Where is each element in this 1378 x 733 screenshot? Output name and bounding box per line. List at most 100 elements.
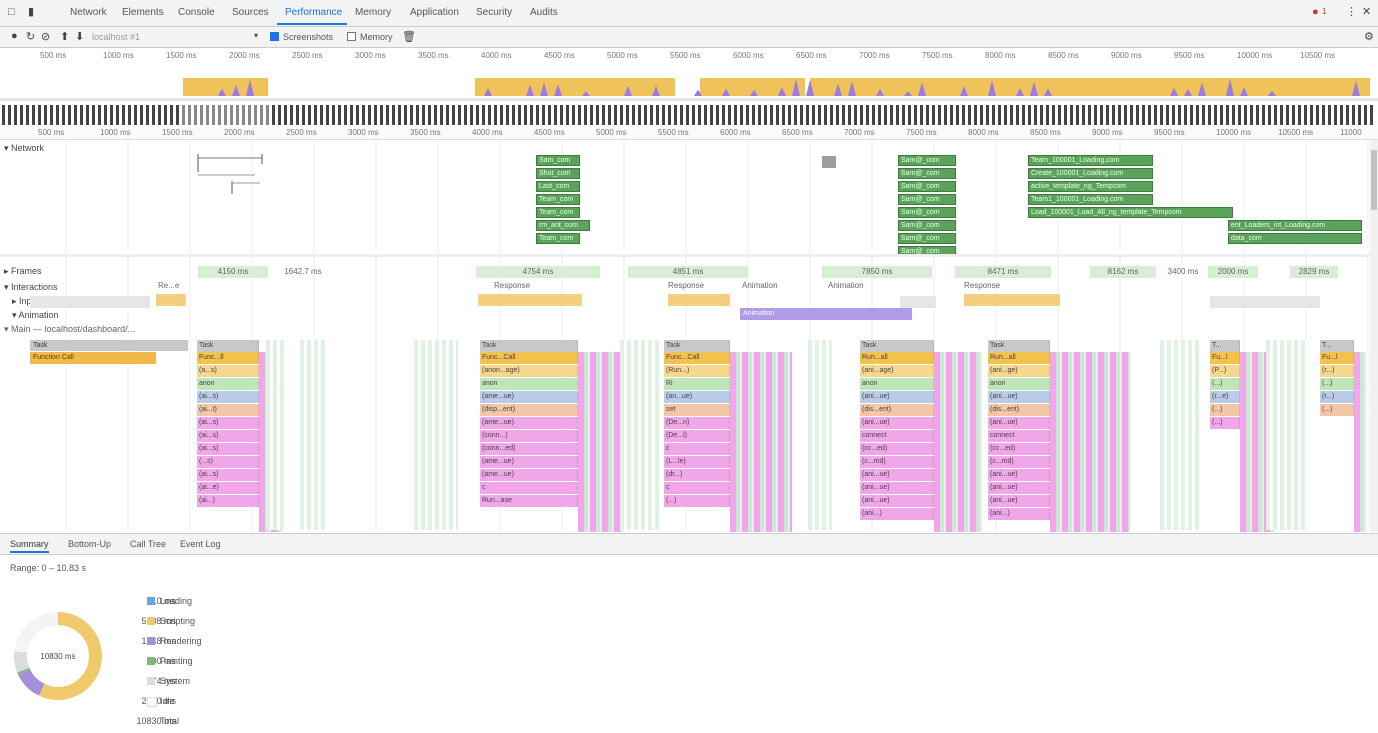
animation-track-label[interactable]: ▾ Animation xyxy=(12,310,59,321)
call-block[interactable]: (ame...ue) xyxy=(480,456,578,468)
call-block[interactable]: (ame...ue) xyxy=(480,391,578,403)
interaction-animation[interactable]: Animation xyxy=(828,281,864,290)
network-request[interactable]: data_com xyxy=(1228,233,1362,244)
call-block[interactable]: Run...all xyxy=(860,352,934,364)
network-request[interactable]: ent_Loaders_int_Loading.com xyxy=(1228,220,1362,231)
network-request[interactable]: Shot_com xyxy=(536,168,580,179)
call-block[interactable]: (dr...) xyxy=(664,469,730,481)
call-block[interactable]: anon xyxy=(988,378,1050,390)
call-block[interactable]: (r...) xyxy=(1320,391,1354,403)
input-event[interactable] xyxy=(156,294,186,306)
input-event[interactable] xyxy=(478,294,582,306)
tab-security[interactable]: Security xyxy=(476,7,512,18)
frame[interactable]: 4754 ms xyxy=(476,266,600,278)
short-task-column[interactable] xyxy=(620,340,660,530)
flame-scrollbar[interactable] xyxy=(1370,140,1378,532)
memory-checkbox[interactable] xyxy=(347,32,356,41)
network-request[interactable]: Team1_100001_Loading.com xyxy=(1028,194,1153,205)
garbage-collect-icon[interactable]: 🗑 xyxy=(402,30,416,43)
recording-select[interactable]: localhost #1 xyxy=(92,32,252,42)
network-request[interactable]: Create_100001_Loading.com xyxy=(1028,168,1153,179)
network-request[interactable]: Last_com xyxy=(536,181,580,192)
call-block[interactable]: (ani...ue) xyxy=(860,391,934,403)
input-event[interactable] xyxy=(964,294,1060,306)
call-block[interactable]: (De...l) xyxy=(664,430,730,442)
call-block[interactable]: (ai...s) xyxy=(197,469,259,481)
network-request[interactable]: Sam@_com xyxy=(898,233,956,244)
call-block[interactable]: (ame...ue) xyxy=(480,417,578,429)
load-profile-icon[interactable]: ⬆ xyxy=(60,30,69,43)
call-block[interactable]: (cc...ed) xyxy=(860,443,934,455)
tab-network[interactable]: Network xyxy=(70,7,107,18)
short-task-column[interactable] xyxy=(414,340,458,530)
network-request[interactable]: Team_com xyxy=(536,233,580,244)
save-profile-icon[interactable]: ⬇ xyxy=(75,30,84,43)
short-task-column[interactable] xyxy=(300,340,326,530)
flame-chart-area[interactable]: ▾ Network Sam_com Shot_com Last_com Team_co… xyxy=(0,140,1370,532)
more-options-icon[interactable]: ⋮ xyxy=(1346,5,1357,18)
call-block[interactable]: (ani...ue) xyxy=(988,482,1050,494)
timeline-overview[interactable]: 500 ms 1000 ms 1500 ms 2000 ms 2500 ms 3000 m… xyxy=(0,48,1378,135)
call-block[interactable]: Func...ll xyxy=(197,352,259,364)
scrollbar-thumb[interactable] xyxy=(1371,150,1377,210)
network-request[interactable]: Sam@_com xyxy=(898,194,956,205)
call-block[interactable]: anon xyxy=(860,378,934,390)
details-tab-event-log[interactable]: Event Log xyxy=(180,539,221,549)
call-block[interactable]: anon xyxy=(197,378,259,390)
call-block[interactable]: (ai...s) xyxy=(197,443,259,455)
tab-elements[interactable]: Elements xyxy=(122,7,164,18)
call-block[interactable]: (r...) xyxy=(1320,365,1354,377)
short-task-column[interactable] xyxy=(266,340,286,530)
frame[interactable]: 3400 ms xyxy=(1162,266,1204,278)
tab-memory[interactable]: Memory xyxy=(355,7,391,18)
input-event-idle[interactable] xyxy=(30,296,150,308)
main-task-block[interactable]: Task xyxy=(30,340,188,351)
record-icon[interactable]: ● xyxy=(11,30,18,42)
error-icon[interactable]: ● xyxy=(1312,6,1319,18)
call-block[interactable]: (ani...ue) xyxy=(860,495,934,507)
call-block[interactable]: (c...md) xyxy=(988,456,1050,468)
call-block[interactable]: Fu...l xyxy=(1210,352,1240,364)
call-block[interactable]: (ame...ue) xyxy=(480,469,578,481)
network-request[interactable]: Team_com xyxy=(536,207,580,218)
details-tab-call-tree[interactable]: Call Tree xyxy=(130,539,166,549)
call-block[interactable]: (an...ue) xyxy=(664,391,730,403)
close-icon[interactable]: ✕ xyxy=(1362,5,1371,18)
call-block[interactable]: Func...Call xyxy=(480,352,578,364)
call-block[interactable]: (...s) xyxy=(197,456,259,468)
call-block[interactable]: (cc...ed) xyxy=(988,443,1050,455)
call-block[interactable]: (ani...) xyxy=(988,508,1050,520)
call-block[interactable]: (r...e) xyxy=(1210,391,1240,403)
call-stack-column[interactable] xyxy=(1050,352,1130,532)
call-block[interactable]: (ai...) xyxy=(197,495,259,507)
network-request[interactable]: active_template_ng_Tempcom xyxy=(1028,181,1153,192)
chevron-down-icon[interactable]: ▾ xyxy=(254,31,258,40)
call-block[interactable]: (De...n) xyxy=(664,417,730,429)
task-block[interactable]: Task xyxy=(480,340,578,352)
interaction-response[interactable]: Response xyxy=(668,281,704,290)
network-request[interactable]: Sam@_com xyxy=(898,155,956,166)
call-block[interactable]: c xyxy=(664,482,730,494)
call-block[interactable]: (ani...ue) xyxy=(860,482,934,494)
call-block[interactable]: connect xyxy=(860,430,934,442)
frame[interactable]: 4851 ms xyxy=(628,266,748,278)
short-task-column[interactable] xyxy=(808,340,832,530)
tab-audits[interactable]: Audits xyxy=(530,7,558,18)
call-block[interactable]: (ai...s) xyxy=(197,417,259,429)
capture-settings-icon[interactable]: ⚙ xyxy=(1364,30,1374,43)
main-thread-label[interactable]: ▾ Main — localhost/dashboard/... xyxy=(4,324,135,335)
call-block[interactable]: (ani...ue) xyxy=(988,417,1050,429)
call-block[interactable]: (ai...s) xyxy=(197,391,259,403)
call-block[interactable]: Func...Call xyxy=(664,352,730,364)
function-call-block[interactable]: Function Call xyxy=(30,352,156,364)
call-block[interactable]: (conn...ed) xyxy=(480,443,578,455)
call-block[interactable]: (dis...ent) xyxy=(860,404,934,416)
network-request[interactable]: Load_100001_Load_All_ng_template_Tempcom xyxy=(1028,207,1233,218)
frame[interactable]: 2000 ms xyxy=(1208,266,1258,278)
tab-console[interactable]: Console xyxy=(178,7,215,18)
call-block[interactable]: (ani...ue) xyxy=(988,495,1050,507)
details-tab-summary[interactable]: Summary xyxy=(10,539,49,553)
call-block[interactable]: (ai...t) xyxy=(197,404,259,416)
clear-icon[interactable]: ⊘ xyxy=(41,30,50,43)
input-event[interactable] xyxy=(668,294,730,306)
